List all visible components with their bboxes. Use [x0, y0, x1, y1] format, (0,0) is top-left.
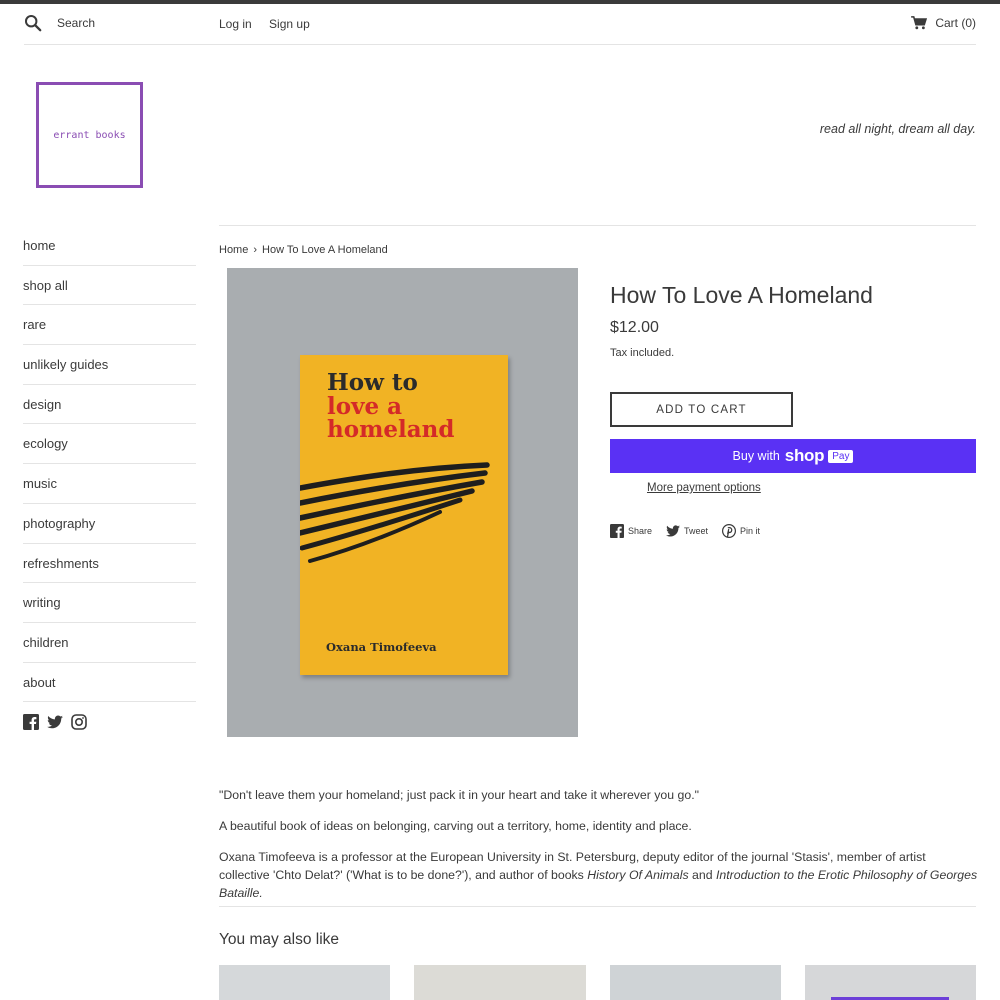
product-price: $12.00 — [610, 319, 659, 336]
tax-note: Tax included. — [610, 347, 675, 359]
description-author-bio: Oxana Timofeeva is a professor at the Eu… — [219, 850, 978, 900]
header-divider — [219, 225, 976, 226]
sidebar-nav: home shop all rare unlikely guides desig… — [23, 226, 196, 703]
cart-icon — [911, 16, 928, 30]
cart-link[interactable]: Cart (0) — [911, 16, 976, 30]
book-cover: How to love a homeland Oxana Timofeeva — [300, 355, 508, 675]
related-products-heading: You may also like — [219, 931, 340, 948]
sidebar-item-design[interactable]: design — [23, 385, 196, 425]
share-pinterest-label: Pin it — [740, 526, 761, 536]
facebook-icon — [610, 524, 624, 538]
description-summary: A beautiful book of ideas on belonging, … — [219, 819, 692, 833]
related-product-thumbnail[interactable] — [414, 965, 586, 1000]
cart-label: Cart (0) — [935, 16, 976, 30]
description-quote: "Don't leave them your homeland; just pa… — [219, 788, 699, 802]
shop-pay-button[interactable]: Buy with shop Pay — [610, 439, 976, 473]
related-product-thumbnail[interactable] — [609, 965, 781, 1000]
search-icon[interactable] — [24, 14, 42, 32]
breadcrumb-home[interactable]: Home — [219, 244, 248, 256]
sidebar-item-photography[interactable]: photography — [23, 504, 196, 544]
product-image[interactable]: How to love a homeland Oxana Timofeeva — [227, 268, 578, 737]
book-title-history-of-animals: History Of Animals — [587, 868, 689, 882]
share-buttons: Share Tweet Pin it — [610, 524, 760, 538]
sidebar-item-writing[interactable]: writing — [23, 583, 196, 623]
cart: Cart (0) — [911, 16, 976, 30]
breadcrumb-current: How To Love A Homeland — [262, 244, 388, 256]
sidebar-item-unlikely-guides[interactable]: unlikely guides — [23, 345, 196, 385]
pay-badge: Pay — [828, 449, 854, 463]
store-logo[interactable]: errant books — [36, 82, 143, 188]
sidebar-item-music[interactable]: music — [23, 464, 196, 504]
header: Log in Sign up Cart (0) — [24, 4, 976, 45]
login-link[interactable]: Log in — [219, 17, 252, 31]
instagram-icon[interactable] — [71, 714, 87, 730]
book-author: Oxana Timofeeva — [326, 640, 437, 654]
twitter-icon[interactable] — [47, 714, 63, 730]
book-title-line-1: How to — [327, 369, 418, 396]
search-form — [24, 14, 197, 32]
related-product-thumbnail[interactable] — [804, 965, 976, 1000]
product-description: "Don't leave them your homeland; just pa… — [219, 786, 979, 915]
share-twitter-label: Tweet — [684, 526, 709, 536]
shop-pay-label: Buy with — [732, 449, 780, 463]
pinterest-icon — [722, 524, 737, 538]
add-to-cart-button[interactable]: ADD TO CART — [610, 392, 793, 427]
share-facebook-label: Share — [628, 526, 653, 536]
book-title-line-2: love a homeland — [327, 393, 455, 443]
sidebar-item-home[interactable]: home — [23, 226, 196, 266]
tagline: read all night, dream all day. — [819, 122, 976, 136]
sidebar-item-about[interactable]: about — [23, 663, 196, 703]
sidebar-item-children[interactable]: children — [23, 623, 196, 663]
section-divider — [219, 906, 976, 907]
sidebar-item-refreshments[interactable]: refreshments — [23, 544, 196, 584]
signup-link[interactable]: Sign up — [269, 17, 310, 31]
breadcrumb-separator: › — [253, 244, 258, 256]
social-links — [23, 714, 87, 730]
more-payment-options-link[interactable]: More payment options — [647, 482, 761, 494]
account-links: Log in Sign up — [219, 17, 324, 31]
twitter-icon — [666, 525, 681, 537]
share-twitter-button[interactable]: Tweet — [666, 524, 708, 538]
product-title: How To Love A Homeland — [610, 282, 873, 308]
sidebar-item-shop-all[interactable]: shop all — [23, 266, 196, 306]
sidebar-item-rare[interactable]: rare — [23, 305, 196, 346]
breadcrumb: Home › How To Love A Homeland — [219, 244, 388, 256]
shop-logo-text: shop — [784, 446, 825, 465]
related-products-grid — [219, 965, 976, 1000]
cover-stripes-graphic — [300, 462, 490, 563]
search-input[interactable] — [57, 16, 197, 30]
related-product-thumbnail[interactable] — [219, 965, 391, 1000]
logo-text: errant books — [53, 129, 126, 141]
share-pinterest-button[interactable]: Pin it — [722, 524, 760, 538]
sidebar-item-ecology[interactable]: ecology — [23, 424, 196, 465]
facebook-icon[interactable] — [23, 714, 39, 730]
share-facebook-button[interactable]: Share — [610, 524, 652, 538]
